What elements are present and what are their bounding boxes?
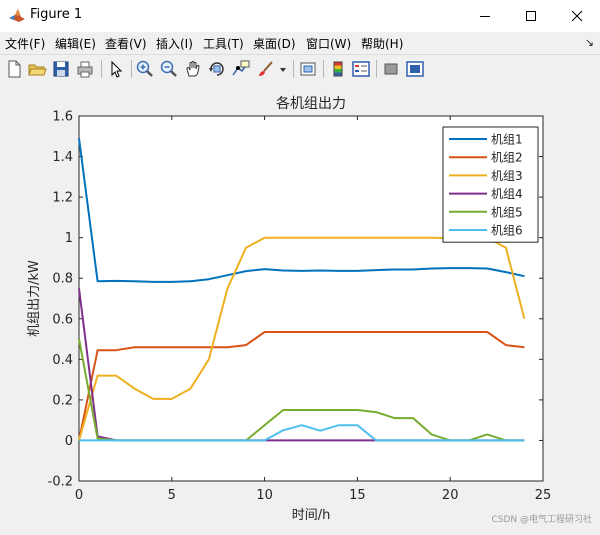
zoom-in-icon[interactable] [135,59,155,79]
data-cursor-icon[interactable] [231,59,251,79]
x-tick-label: 25 [535,488,552,503]
link-plot-icon[interactable] [298,59,318,79]
legend-label-5: 机组5 [491,205,523,219]
y-tick-label: -0.2 [48,475,73,490]
toolbar-separator [376,60,377,78]
y-tick-label: 0.4 [52,353,73,368]
y-tick-label: 0 [65,434,73,449]
brush-dropdown-icon[interactable] [278,59,288,79]
toolbar-separator [101,60,102,78]
chart-title: 各机组出力 [276,96,346,112]
pan-hand-icon[interactable] [183,59,203,79]
open-folder-icon[interactable] [27,59,47,79]
new-figure-icon[interactable] [4,59,24,79]
legend-label-1: 机组1 [491,133,523,147]
maximize-button[interactable] [508,0,554,32]
y-tick-label: 1.2 [52,191,73,206]
y-tick-label: 0.8 [52,272,73,287]
maximize-icon [526,11,536,21]
line-chart[interactable]: 0 5 10 15 20 25-0.200.20.40.60.811.21.41.6 各机… [0,83,600,531]
menu-view[interactable]: 查看(V) [105,35,147,52]
y-tick-label: 1.6 [52,110,73,125]
window-title: Figure 1 [30,7,83,22]
menu-help[interactable]: 帮助(H) [361,35,403,52]
menu-edit[interactable]: 编辑(E) [55,35,96,52]
x-tick-label: 20 [442,488,459,503]
close-button[interactable] [554,0,600,32]
show-plot-tools-icon[interactable] [405,59,425,79]
colorbar-icon[interactable] [328,59,348,79]
y-tick-label: 1 [65,231,73,246]
minimize-icon [480,16,490,17]
close-icon [571,10,583,22]
x-tick-label: 15 [349,488,366,503]
dock-arrow-icon[interactable]: ↘ [585,36,594,49]
legend-label-3: 机组3 [491,169,523,183]
csdn-watermark: CSDN @电气工程研习社 [491,515,592,525]
save-icon[interactable] [51,59,71,79]
menu-insert[interactable]: 插入(I) [156,35,193,52]
x-tick-label: 5 [168,488,176,503]
x-tick-label: 10 [256,488,273,503]
toolbar-separator [131,60,132,78]
y-axis-label: 机组出力/kW [27,260,42,337]
legend-icon[interactable] [351,59,371,79]
menu-file[interactable]: 文件(F) [5,35,45,52]
legend-label-6: 机组6 [491,224,523,238]
pointer-arrow-icon[interactable] [106,59,126,79]
menu-tools[interactable]: 工具(T) [203,35,244,52]
menu-desktop[interactable]: 桌面(D) [253,35,296,52]
matlab-logo-icon [9,9,25,22]
menu-window[interactable]: 窗口(W) [306,35,351,52]
figure-toolbar [0,54,600,84]
legend-label-2: 机组2 [491,151,523,165]
rotate-3d-icon[interactable] [207,59,227,79]
window-titlebar: Figure 1 [0,0,600,32]
toolbar-separator [323,60,324,78]
legend-label-4: 机组4 [491,187,523,201]
menu-bar: 文件(F) 编辑(E) 查看(V) 插入(I) 工具(T) 桌面(D) 窗口(W… [0,32,600,54]
y-tick-label: 0.6 [52,312,73,327]
figure-canvas: 0 5 10 15 20 25 -0.2 0 0.2 0.4 0.6 0.8 1 1.2 1.4 1.6 各机… [0,83,600,531]
y-tick-label: 1.4 [52,150,73,165]
y-tick-label: 0.2 [52,393,73,408]
x-tick-label: 0 [75,488,83,503]
toolbar-separator [293,60,294,78]
x-axis-label: 时间/h [292,508,331,523]
hide-plot-tools-icon[interactable] [381,59,401,79]
minimize-button[interactable] [462,0,508,32]
zoom-out-icon[interactable] [159,59,179,79]
brush-icon[interactable] [256,59,276,79]
print-icon[interactable] [75,59,95,79]
chart-legend[interactable]: 机组1 机组2 机组3 机组4 机组5 机组6 [442,126,539,243]
